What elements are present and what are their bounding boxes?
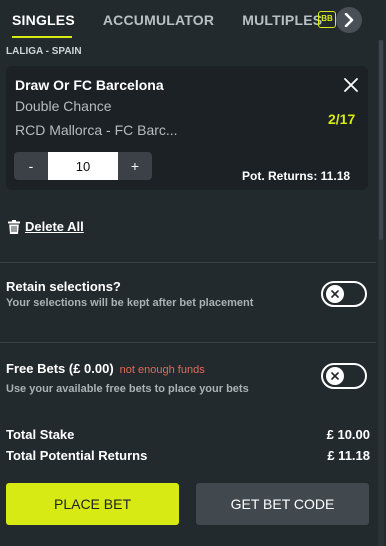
tab-multiples[interactable]: MULTIPLES (242, 12, 322, 28)
retain-selections-description: Your selections will be kept after bet p… (6, 297, 254, 309)
free-bets-description: Use your available free bets to place yo… (6, 383, 249, 395)
trash-icon (8, 219, 20, 234)
selection-card: Draw Or FC Barcelona Double Chance RCD M… (6, 66, 368, 190)
delete-all-label: Delete All (25, 219, 84, 234)
event-name: RCD Mallorca - FC Barc... (15, 122, 178, 138)
market-name: Double Chance (15, 98, 112, 114)
divider (0, 262, 376, 263)
place-bet-button[interactable]: PLACE BET (6, 483, 179, 525)
stake-stepper: - + (14, 152, 152, 180)
free-bets-toggle[interactable] (321, 363, 367, 389)
close-icon (331, 372, 339, 380)
tab-accumulator[interactable]: ACCUMULATOR (103, 12, 214, 28)
total-stake-row: Total Stake £ 10.00 (6, 427, 370, 442)
increase-stake-button[interactable]: + (118, 152, 152, 180)
retain-selections-toggle[interactable] (321, 281, 367, 307)
total-returns-value: £ 11.18 (327, 448, 370, 463)
remove-selection-button[interactable] (342, 76, 360, 94)
total-returns-row: Total Potential Returns £ 11.18 (6, 448, 370, 463)
bet-builder-icon[interactable]: BB (318, 11, 336, 28)
selection-title: Draw Or FC Barcelona (15, 77, 164, 93)
chevron-right-icon (344, 13, 354, 27)
active-tab-indicator (12, 36, 72, 38)
close-icon (331, 290, 339, 298)
stake-input[interactable] (48, 152, 118, 180)
league-label: LALIGA - SPAIN (6, 46, 82, 57)
retain-selections-title: Retain selections? (6, 279, 121, 294)
selection-odds: 2/17 (328, 111, 356, 127)
total-stake-label: Total Stake (6, 427, 75, 442)
close-icon (344, 78, 358, 92)
toggle-knob (326, 285, 344, 303)
not-enough-funds-warning: not enough funds (119, 364, 205, 376)
scrollbar[interactable] (378, 40, 384, 546)
get-bet-code-button[interactable]: GET BET CODE (196, 483, 369, 525)
tab-singles[interactable]: SINGLES (12, 12, 75, 28)
scrollbar-thumb[interactable] (379, 40, 383, 240)
divider (0, 342, 376, 343)
toggle-knob (326, 367, 344, 385)
decrease-stake-button[interactable]: - (14, 152, 48, 180)
tabs-scroll-right-button[interactable] (336, 7, 362, 33)
free-bets-title: Free Bets (£ 0.00) (6, 361, 114, 376)
total-returns-label: Total Potential Returns (6, 448, 148, 463)
potential-returns: Pot. Returns: 11.18 (242, 169, 351, 183)
delete-all-button[interactable]: Delete All (8, 219, 84, 234)
free-bets-row: Free Bets (£ 0.00) not enough funds (6, 361, 205, 376)
total-stake-value: £ 10.00 (326, 427, 370, 442)
